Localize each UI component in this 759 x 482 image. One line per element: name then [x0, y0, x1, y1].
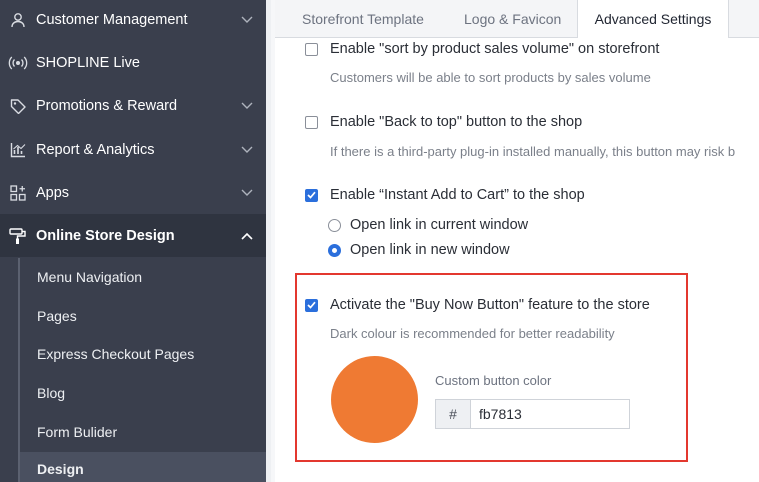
sidebar-item-label: Apps [36, 185, 70, 201]
custom-color-input[interactable]: fb7813 [471, 400, 522, 428]
check-icon [307, 301, 316, 309]
chevron-down-icon [240, 13, 254, 27]
open-new-window-option: Open link in new window [328, 242, 510, 258]
broadcast-icon [8, 53, 28, 73]
sidebar-item-customer-management[interactable]: Customer Management [0, 0, 266, 40]
settings-panel: Storefront Template Logo & Favicon Advan… [275, 0, 759, 482]
sort-by-sales-help: Customers will be able to sort products … [330, 70, 651, 85]
chevron-up-icon [240, 229, 254, 243]
open-current-window-radio[interactable] [328, 218, 341, 232]
sidebar-subitem-express-checkout-pages[interactable]: Express Checkout Pages [20, 335, 266, 373]
sidebar-subitem-form-builder[interactable]: Form Bulider [20, 413, 266, 451]
sidebar-item-label: Online Store Design [36, 227, 175, 244]
tab-label: Logo & Favicon [464, 10, 562, 27]
sidebar-item-label: Customer Management [36, 12, 188, 28]
sidebar-subitem-label: Design [37, 461, 84, 477]
open-current-window-option: Open link in current window [328, 217, 528, 233]
tab-logo-favicon[interactable]: Logo & Favicon [464, 0, 561, 37]
custom-color-field[interactable]: # fb7813 [435, 399, 630, 429]
sort-by-sales-checkbox[interactable] [305, 42, 318, 56]
user-icon [8, 10, 28, 30]
tab-storefront-template[interactable]: Storefront Template [302, 0, 424, 37]
open-current-window-label: Open link in current window [350, 217, 529, 233]
open-new-window-radio[interactable] [328, 243, 341, 257]
check-icon [307, 191, 316, 199]
sort-by-sales-option: Enable "sort by product sales volume" on… [305, 41, 659, 57]
tab-bar: Storefront Template Logo & Favicon Advan… [275, 0, 759, 38]
sidebar-item-label: Report & Analytics [36, 142, 155, 158]
back-to-top-checkbox[interactable] [305, 115, 318, 129]
sidebar: Customer Management SHOPLINE Live Promot… [0, 0, 266, 482]
sidebar-item-report-analytics[interactable]: Report & Analytics [0, 130, 266, 170]
instant-add-checkbox[interactable] [305, 188, 318, 202]
sidebar-subitem-design[interactable]: Design [20, 452, 266, 482]
chevron-down-icon [240, 186, 254, 200]
tab-label: Storefront Template [302, 10, 424, 27]
sort-by-sales-label: Enable "sort by product sales volume" on… [330, 41, 660, 57]
sidebar-subitem-menu-navigation[interactable]: Menu Navigation [20, 258, 266, 296]
apps-icon [8, 183, 28, 203]
custom-color-label: Custom button color [435, 373, 552, 388]
back-to-top-option: Enable "Back to top" button to the shop [305, 114, 582, 130]
tag-icon [8, 96, 28, 116]
sidebar-item-shopline-live[interactable]: SHOPLINE Live [0, 43, 266, 83]
sidebar-item-online-store-design[interactable]: Online Store Design [0, 214, 266, 257]
color-swatch[interactable] [331, 356, 418, 443]
chevron-down-icon [240, 99, 254, 113]
sidebar-item-label: SHOPLINE Live [36, 55, 140, 71]
sidebar-subitem-label: Express Checkout Pages [37, 346, 195, 362]
open-new-window-label: Open link in new window [350, 242, 510, 258]
back-to-top-help: If there is a third-party plug-in instal… [330, 144, 736, 159]
tab-label: Advanced Settings [594, 11, 712, 27]
chevron-down-icon [240, 143, 254, 157]
sidebar-subitem-pages[interactable]: Pages [20, 297, 266, 335]
sidebar-item-apps[interactable]: Apps [0, 173, 266, 213]
sidebar-item-promotions[interactable]: Promotions & Reward [0, 86, 266, 126]
buy-now-label: Activate the "Buy Now Button" feature to… [330, 297, 650, 313]
hash-prefix: # [436, 400, 471, 428]
sidebar-subitem-label: Form Bulider [37, 424, 118, 440]
sidebar-subitem-label: Blog [37, 385, 66, 401]
buy-now-help: Dark colour is recommended for better re… [330, 326, 615, 341]
sidebar-subitem-label: Menu Navigation [37, 269, 143, 285]
buy-now-checkbox[interactable] [305, 298, 318, 312]
buy-now-option: Activate the "Buy Now Button" feature to… [305, 297, 650, 313]
sidebar-subitem-label: Pages [37, 308, 77, 324]
sidebar-item-label: Promotions & Reward [36, 98, 178, 114]
tab-advanced-settings[interactable]: Advanced Settings [577, 0, 729, 38]
sidebar-subitem-blog[interactable]: Blog [20, 374, 266, 412]
chart-icon [8, 140, 28, 160]
back-to-top-label: Enable "Back to top" button to the shop [330, 114, 583, 130]
instant-add-label: Enable “Instant Add to Cart” to the shop [330, 187, 585, 203]
paint-roller-icon [8, 226, 28, 246]
instant-add-option: Enable “Instant Add to Cart” to the shop [305, 187, 585, 203]
